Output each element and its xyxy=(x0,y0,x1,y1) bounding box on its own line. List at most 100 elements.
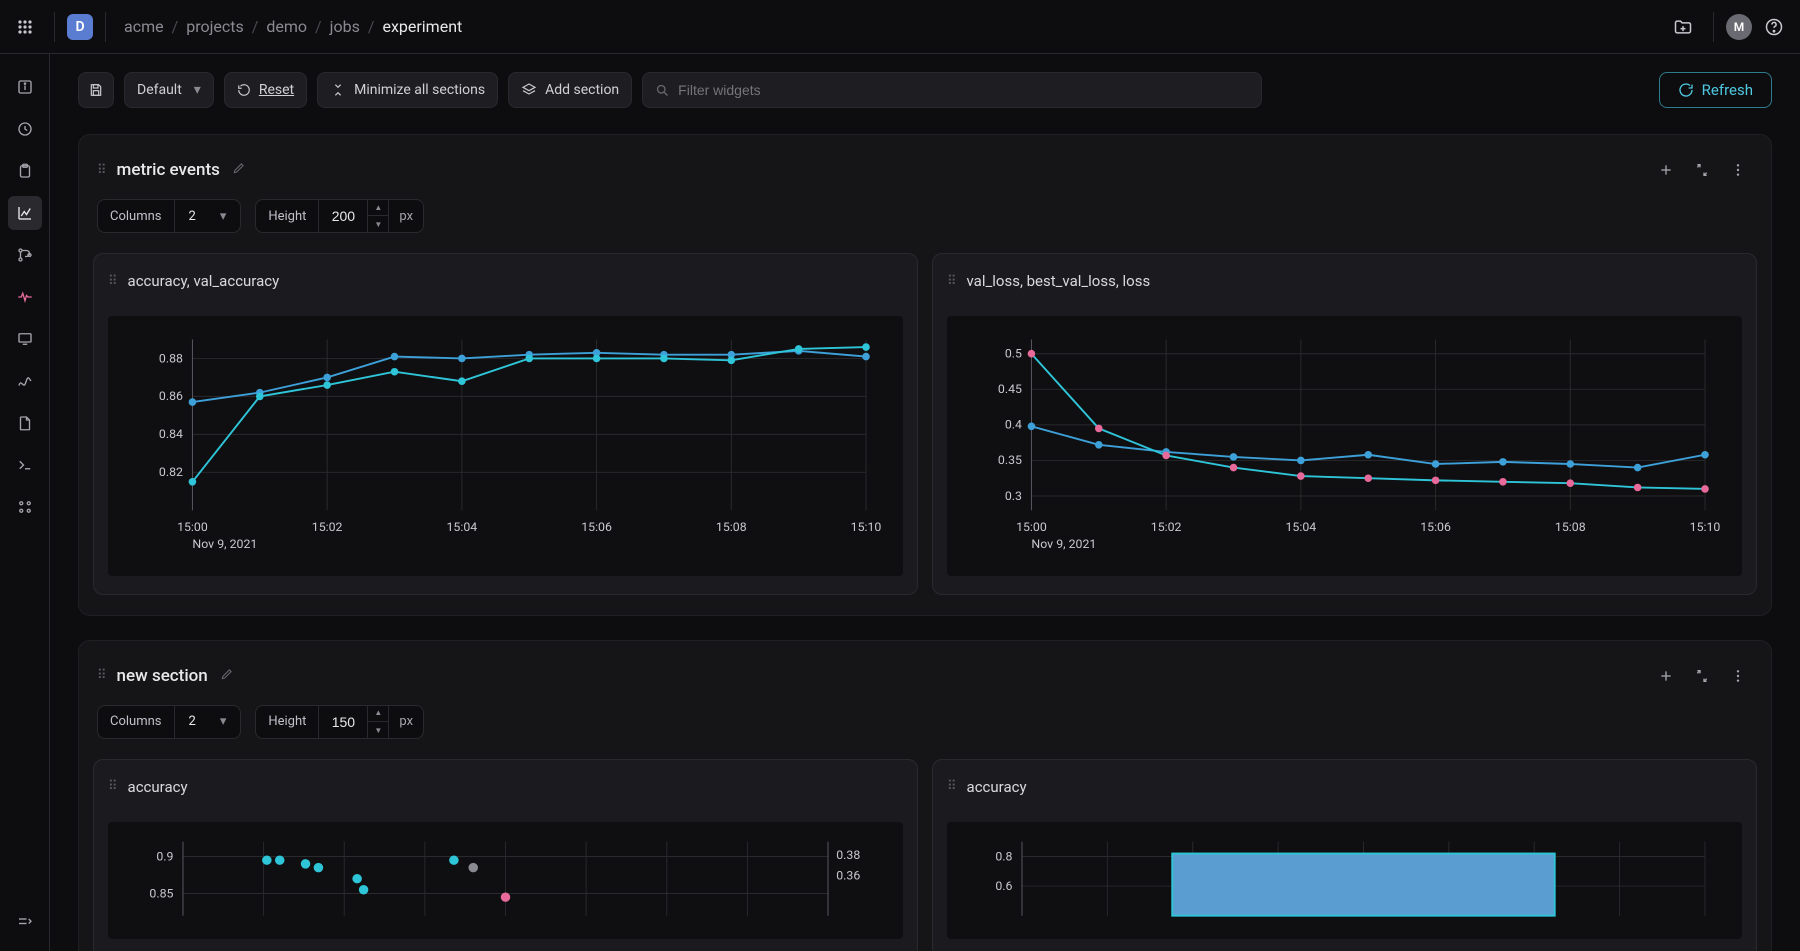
crumb-projects[interactable]: projects xyxy=(186,17,244,36)
stepper-up-icon[interactable]: ▲ xyxy=(368,199,388,216)
add-section-button[interactable]: Add section xyxy=(508,72,632,108)
rail-monitor-icon[interactable] xyxy=(8,322,42,356)
chart-title: accuracy xyxy=(128,778,188,796)
rail-info-icon[interactable] xyxy=(8,70,42,104)
toolbar: Default ▾ Reset Minimize all sections Ad… xyxy=(78,72,1772,108)
height-control: Height ▲ ▼ px xyxy=(255,705,424,739)
plot-area[interactable]: 0.820.840.860.8815:0015:0215:0415:0615:0… xyxy=(108,316,903,576)
svg-text:0.3: 0.3 xyxy=(1005,490,1022,504)
svg-text:15:02: 15:02 xyxy=(312,521,343,535)
stepper-down-icon[interactable]: ▼ xyxy=(368,216,388,233)
new-folder-icon[interactable] xyxy=(1665,9,1701,45)
refresh-button[interactable]: Refresh xyxy=(1659,72,1772,108)
svg-text:0.86: 0.86 xyxy=(159,390,183,404)
plot-area[interactable]: 0.850.90.380.36 xyxy=(108,822,903,939)
reset-label: Reset xyxy=(259,82,294,98)
more-icon[interactable] xyxy=(1723,155,1753,185)
chart-title: accuracy xyxy=(967,778,1027,796)
height-label: Height xyxy=(256,200,319,232)
stepper-up-icon[interactable]: ▲ xyxy=(368,705,388,722)
svg-text:15:10: 15:10 xyxy=(1690,521,1721,535)
rail-heartbeat-icon[interactable] xyxy=(8,280,42,314)
rail-clock-icon[interactable] xyxy=(8,112,42,146)
add-chart-icon[interactable] xyxy=(1651,155,1681,185)
collapse-icon[interactable] xyxy=(1687,661,1717,691)
reset-button[interactable]: Reset xyxy=(224,72,307,108)
drag-handle-icon[interactable]: ⠿ xyxy=(97,163,107,178)
main-content: Default ▾ Reset Minimize all sections Ad… xyxy=(50,54,1800,951)
top-bar: D acme / projects / demo / jobs / experi… xyxy=(0,0,1800,54)
section-metric-events: ⠿ metric events Columns 2 ▾ xyxy=(78,134,1772,616)
svg-text:Nov 9, 2021: Nov 9, 2021 xyxy=(1031,538,1096,552)
rail-branch-icon[interactable] xyxy=(8,238,42,272)
drag-handle-icon[interactable]: ⠿ xyxy=(947,779,957,794)
drag-handle-icon[interactable]: ⠿ xyxy=(108,274,118,289)
divider xyxy=(54,12,55,42)
chart-title: accuracy, val_accuracy xyxy=(128,272,280,290)
edit-icon[interactable] xyxy=(220,667,234,685)
height-input[interactable] xyxy=(319,714,367,730)
svg-text:0.36: 0.36 xyxy=(836,869,860,883)
more-icon[interactable] xyxy=(1723,661,1753,691)
filter-input-field[interactable] xyxy=(678,82,1249,98)
columns-label: Columns xyxy=(98,706,175,738)
drag-handle-icon[interactable]: ⠿ xyxy=(97,668,107,683)
chart-accuracy-valaccuracy: ⠿ accuracy, val_accuracy 0.820.840.860.8… xyxy=(93,253,918,595)
svg-text:0.82: 0.82 xyxy=(159,466,183,480)
svg-text:15:00: 15:00 xyxy=(177,521,208,535)
filter-widgets-input[interactable] xyxy=(642,72,1262,108)
crumb-jobs[interactable]: jobs xyxy=(330,17,360,36)
rail-terminal-icon[interactable] xyxy=(8,448,42,482)
svg-text:0.35: 0.35 xyxy=(998,454,1022,468)
svg-text:0.88: 0.88 xyxy=(159,352,183,366)
help-icon[interactable] xyxy=(1756,9,1792,45)
rail-expand-icon[interactable] xyxy=(8,905,42,939)
svg-text:15:06: 15:06 xyxy=(1420,521,1451,535)
crumb-acme[interactable]: acme xyxy=(124,17,164,36)
layout-dropdown[interactable]: Default ▾ xyxy=(124,72,214,108)
rail-charts-icon[interactable] xyxy=(8,196,42,230)
svg-text:0.6: 0.6 xyxy=(995,880,1012,894)
left-rail xyxy=(0,54,50,951)
rail-clipboard-icon[interactable] xyxy=(8,154,42,188)
height-unit: px xyxy=(389,209,423,224)
svg-text:0.85: 0.85 xyxy=(149,887,173,901)
edit-icon[interactable] xyxy=(232,161,246,179)
divider xyxy=(105,12,106,42)
height-unit: px xyxy=(389,714,423,729)
section-title: metric events xyxy=(117,160,220,180)
menu-icon[interactable] xyxy=(8,10,42,44)
svg-text:Nov 9, 2021: Nov 9, 2021 xyxy=(192,538,257,552)
divider xyxy=(1713,12,1714,42)
crumb-demo[interactable]: demo xyxy=(266,17,307,36)
columns-select[interactable]: 2 ▾ xyxy=(175,706,241,738)
project-badge[interactable]: D xyxy=(67,14,93,40)
search-icon xyxy=(655,83,670,98)
add-chart-icon[interactable] xyxy=(1651,661,1681,691)
rail-curve-icon[interactable] xyxy=(8,364,42,398)
drag-handle-icon[interactable]: ⠿ xyxy=(947,274,957,289)
svg-text:0.5: 0.5 xyxy=(1005,348,1022,362)
rail-apps-icon[interactable] xyxy=(8,490,42,524)
crumb-experiment[interactable]: experiment xyxy=(382,17,462,36)
section-new: ⠿ new section Columns 2 ▾ xyxy=(78,640,1772,951)
svg-text:0.9: 0.9 xyxy=(156,850,173,864)
columns-control: Columns 2 ▾ xyxy=(97,705,241,739)
save-button[interactable] xyxy=(78,72,114,108)
height-input[interactable] xyxy=(319,208,367,224)
plot-area[interactable]: 0.30.350.40.450.515:0015:0215:0415:0615:… xyxy=(947,316,1742,576)
minimize-button[interactable]: Minimize all sections xyxy=(317,72,498,108)
plot-area[interactable]: 0.60.8 xyxy=(947,822,1742,939)
columns-select[interactable]: 2 ▾ xyxy=(175,200,241,232)
rail-doc-icon[interactable] xyxy=(8,406,42,440)
add-section-label: Add section xyxy=(545,82,619,98)
chart-accuracy-scatter: ⠿ accuracy 0.850.90.380.36 xyxy=(93,759,918,951)
stepper-down-icon[interactable]: ▼ xyxy=(368,722,388,739)
chart-title: val_loss, best_val_loss, loss xyxy=(967,272,1151,290)
svg-text:15:06: 15:06 xyxy=(581,521,612,535)
svg-text:0.4: 0.4 xyxy=(1005,419,1022,433)
chevron-down-icon: ▾ xyxy=(194,82,201,98)
collapse-icon[interactable] xyxy=(1687,155,1717,185)
drag-handle-icon[interactable]: ⠿ xyxy=(108,779,118,794)
avatar[interactable]: M xyxy=(1726,14,1752,40)
